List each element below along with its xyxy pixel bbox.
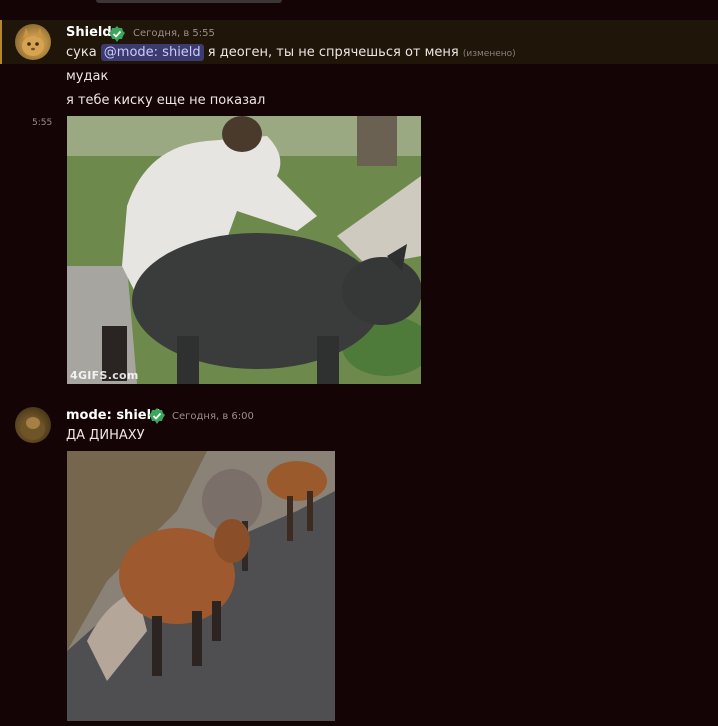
message-timestamp: Сегодня, в 5:55 [133, 28, 215, 39]
avatar[interactable] [15, 407, 51, 443]
gif-watermark: 4GIFS.com [70, 369, 139, 382]
hover-timestamp: 5:55 [32, 118, 53, 128]
message-text: ДА ДИНАХУ [66, 428, 145, 443]
username[interactable]: Shield [66, 25, 112, 40]
edited-label: (изменено) [462, 49, 516, 59]
gif-attachment[interactable]: 4GIFS.com [67, 116, 421, 384]
message-timestamp: Сегодня, в 6:00 [172, 411, 254, 422]
message-text-prefix: сука [66, 45, 101, 60]
message-text: я тебе киску еще не показал [66, 93, 266, 108]
attachment-top-edge [96, 0, 282, 3]
avatar[interactable] [15, 24, 51, 60]
message-text-suffix: я деоген, ты не спрячешься от меня [203, 45, 459, 60]
verified-badge-icon [149, 408, 165, 424]
verified-badge-icon [109, 26, 125, 42]
message-text: сука @mode: shield я деоген, ты не спряч… [66, 44, 516, 61]
message-text: мудак [66, 69, 109, 84]
gif-attachment[interactable] [67, 451, 335, 721]
username[interactable]: mode: shield [66, 408, 160, 423]
user-mention[interactable]: @mode: shield [100, 44, 204, 61]
